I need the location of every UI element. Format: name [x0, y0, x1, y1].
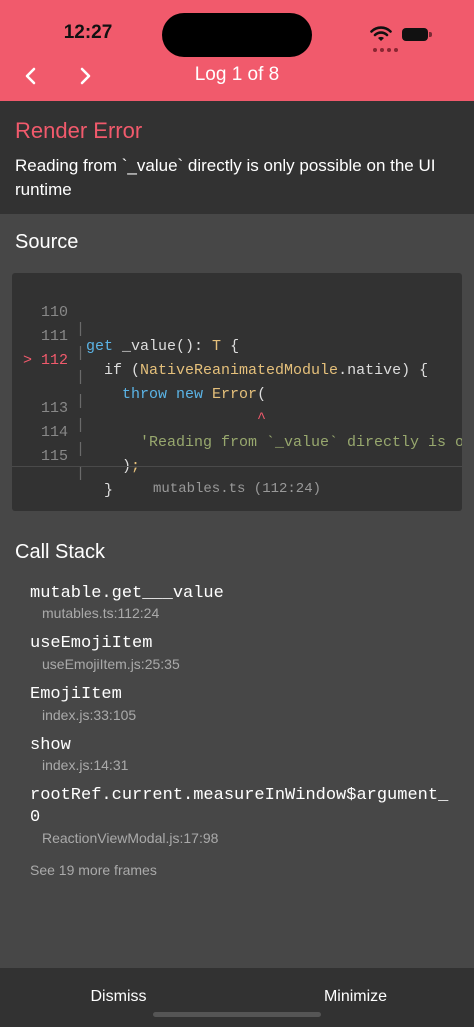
stack-frame-location: ReactionViewModal.js:17:98 — [42, 830, 219, 846]
error-title: Render Error — [15, 118, 143, 143]
code-line-caret: | ^ — [76, 393, 267, 427]
code-line: 114 | ); — [12, 407, 462, 475]
battery-tip — [429, 32, 432, 37]
code-line: 115 | } — [12, 431, 462, 499]
status-time: 12:27 — [63, 22, 113, 43]
code-divider — [12, 466, 462, 467]
stack-frame-location: index.js:33:105 — [42, 707, 137, 723]
stack-frame-name[interactable]: show — [30, 735, 450, 757]
chevron-right-icon — [80, 67, 91, 85]
stack-frame-location: index.js:14:31 — [42, 757, 129, 773]
see-more-frames-link[interactable]: See 19 more frames — [30, 862, 157, 878]
stack-frame-location: mutables.ts:112:24 — [42, 605, 160, 621]
source-file-reference[interactable]: mutables.ts (112:24) — [12, 481, 462, 497]
next-log-button[interactable] — [70, 63, 100, 89]
stack-frame-name[interactable]: EmojiItem — [30, 684, 450, 706]
chevron-left-icon — [25, 67, 36, 85]
home-indicator — [153, 1012, 321, 1017]
minimize-button[interactable]: Minimize — [237, 988, 474, 1006]
code-line: 113 | 'Reading from `_value` directly is… — [12, 383, 462, 451]
stack-frame-name[interactable]: rootRef.current.measureInWindow$argument… — [30, 785, 450, 829]
log-counter-title: Log 1 of 8 — [194, 64, 280, 85]
wifi-icon — [370, 26, 392, 41]
error-message: Reading from `_value` directly is only p… — [15, 156, 436, 199]
battery-icon — [402, 28, 428, 41]
source-heading: Source — [15, 231, 79, 253]
previous-log-button[interactable] — [16, 63, 46, 89]
dismiss-button[interactable]: Dismiss — [0, 988, 237, 1006]
code-line-highlighted: > 112 | throw new Error( — [12, 335, 462, 403]
call-stack-heading: Call Stack — [15, 541, 106, 563]
line-number: 115 — [40, 448, 68, 465]
stack-frame-name[interactable]: mutable.get___value — [30, 583, 450, 605]
stack-frame-name[interactable]: useEmojiItem — [30, 633, 450, 655]
stack-frame-location: useEmojiItem.js:25:35 — [42, 656, 180, 672]
code-line: 111 | if (NativeReanimatedModule.native)… — [12, 311, 462, 379]
code-frame[interactable]: 110 | get _value(): T { 111 | if (Native… — [12, 273, 462, 511]
dynamic-island — [162, 13, 312, 57]
code-line: 110 | get _value(): T { — [12, 287, 462, 355]
